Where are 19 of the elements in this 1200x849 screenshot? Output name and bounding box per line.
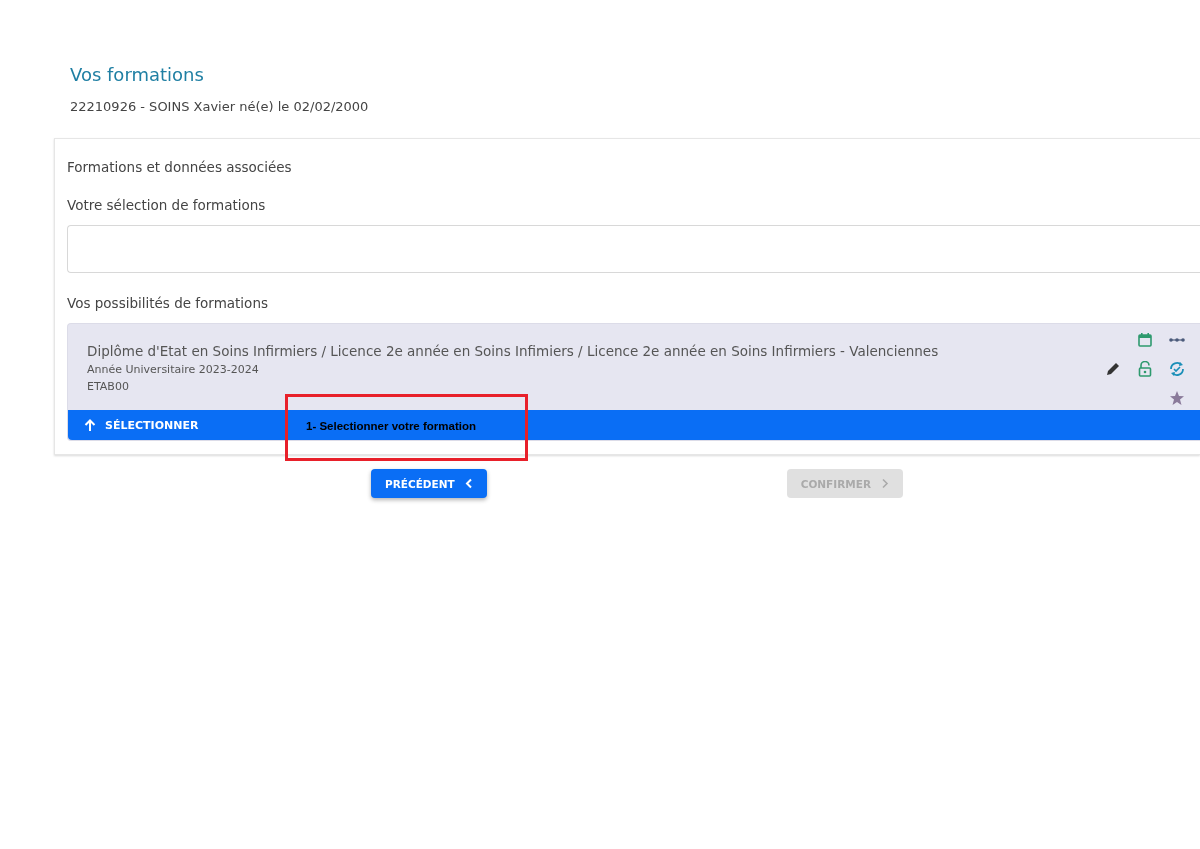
chevron-right-icon — [880, 478, 889, 489]
more-icon[interactable] — [1168, 337, 1186, 343]
student-info: 22210926 - SOINS Xavier né(e) le 02/02/2000 — [70, 99, 370, 114]
selection-label: Votre sélection de formations — [67, 197, 267, 213]
star-icon[interactable] — [1169, 390, 1185, 406]
previous-button[interactable]: PRÉCÉDENT — [371, 469, 487, 498]
establishment-code: ETAB00 — [87, 380, 130, 393]
calendar-icon[interactable] — [1137, 332, 1153, 348]
panel-heading: Formations et données associées — [67, 159, 293, 175]
academic-year: Année Universitaire 2023-2024 — [87, 363, 260, 376]
sync-check-icon[interactable] — [1168, 360, 1186, 378]
formation-title: Diplôme d'Etat en Soins Infirmiers / Licence 2e année en Soins Infimiers / Licence 2e année en Soins Infirmiers - Valenciennes — [87, 343, 939, 359]
annotation-text: 1- Selectionner votre formation — [306, 420, 476, 432]
chevron-left-icon — [464, 478, 473, 489]
arrow-up-icon — [84, 418, 96, 432]
pencil-icon[interactable] — [1105, 361, 1121, 377]
unlock-icon[interactable] — [1138, 361, 1152, 377]
page-title: Vos formations — [70, 64, 205, 85]
possibilities-label: Vos possibilités de formations — [67, 295, 269, 311]
